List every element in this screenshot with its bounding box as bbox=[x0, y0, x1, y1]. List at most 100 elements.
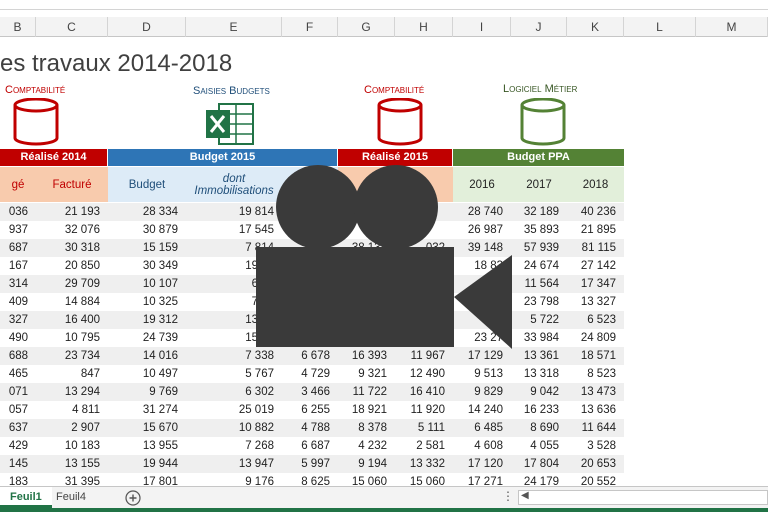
table-cell[interactable]: 13 636 bbox=[567, 401, 624, 419]
table-cell[interactable]: 17 347 bbox=[567, 275, 624, 293]
table-cell[interactable]: 937 bbox=[0, 221, 36, 239]
table-cell[interactable]: 8 690 bbox=[511, 419, 567, 437]
table-cell[interactable]: 6 302 bbox=[186, 383, 282, 401]
worksheet-grid[interactable]: es travaux 2014-2018 Comptabilité Saisie… bbox=[0, 38, 768, 486]
table-cell[interactable]: 13 327 bbox=[567, 293, 624, 311]
table-cell[interactable]: 13 332 bbox=[395, 455, 453, 473]
table-cell[interactable]: 2 581 bbox=[395, 437, 453, 455]
table-cell[interactable]: 28 334 bbox=[108, 203, 186, 221]
table-cell[interactable]: 057 bbox=[0, 401, 36, 419]
column-header[interactable]: B bbox=[0, 17, 36, 37]
table-cell[interactable]: 17 801 bbox=[108, 473, 186, 486]
table-cell[interactable]: 19 312 bbox=[108, 311, 186, 329]
table-cell[interactable]: 18 571 bbox=[567, 347, 624, 365]
table-cell[interactable]: 036 bbox=[0, 203, 36, 221]
table-cell[interactable]: 21 193 bbox=[36, 203, 108, 221]
table-cell[interactable]: 6 523 bbox=[567, 311, 624, 329]
table-cell[interactable]: 4 788 bbox=[282, 419, 338, 437]
table-cell[interactable]: 13 947 bbox=[186, 455, 282, 473]
table-cell[interactable]: 6 485 bbox=[453, 419, 511, 437]
table-cell[interactable]: 4 729 bbox=[282, 365, 338, 383]
table-cell[interactable]: 7 268 bbox=[186, 437, 282, 455]
table-cell[interactable]: 30 318 bbox=[36, 239, 108, 257]
formula-bar[interactable] bbox=[0, 0, 768, 10]
table-cell[interactable]: 13 361 bbox=[511, 347, 567, 365]
table-cell[interactable]: 4 608 bbox=[453, 437, 511, 455]
table-cell[interactable]: 9 829 bbox=[453, 383, 511, 401]
column-header[interactable]: C bbox=[36, 17, 108, 37]
table-cell[interactable]: 10 183 bbox=[36, 437, 108, 455]
sheet-tab-feuil4[interactable]: Feuil4 bbox=[46, 487, 96, 508]
column-header[interactable]: H bbox=[395, 17, 453, 37]
table-cell[interactable]: 11 564 bbox=[511, 275, 567, 293]
table-cell[interactable]: 16 410 bbox=[395, 383, 453, 401]
table-cell[interactable]: 10 325 bbox=[108, 293, 186, 311]
table-cell[interactable]: 21 895 bbox=[567, 221, 624, 239]
table-cell[interactable]: 24 809 bbox=[567, 329, 624, 347]
table-cell[interactable]: 9 176 bbox=[186, 473, 282, 486]
table-cell[interactable]: 18 921 bbox=[338, 401, 395, 419]
table-cell[interactable]: 8 378 bbox=[338, 419, 395, 437]
table-cell[interactable]: 8 523 bbox=[567, 365, 624, 383]
table-cell[interactable]: 20 552 bbox=[567, 473, 624, 486]
table-cell[interactable]: 15 159 bbox=[108, 239, 186, 257]
table-cell[interactable]: 24 179 bbox=[511, 473, 567, 486]
table-cell[interactable]: 10 497 bbox=[108, 365, 186, 383]
table-cell[interactable]: 8 625 bbox=[282, 473, 338, 486]
table-cell[interactable]: 637 bbox=[0, 419, 36, 437]
table-cell[interactable]: 4 055 bbox=[511, 437, 567, 455]
column-header[interactable]: L bbox=[624, 17, 696, 37]
table-cell[interactable]: 30 879 bbox=[108, 221, 186, 239]
table-cell[interactable]: 15 060 bbox=[395, 473, 453, 486]
table-cell[interactable]: 32 189 bbox=[511, 203, 567, 221]
table-cell[interactable]: 14 240 bbox=[453, 401, 511, 419]
table-cell[interactable]: 19 944 bbox=[108, 455, 186, 473]
table-cell[interactable]: 13 473 bbox=[567, 383, 624, 401]
table-cell[interactable]: 17 271 bbox=[453, 473, 511, 486]
table-cell[interactable]: 4 811 bbox=[36, 401, 108, 419]
table-cell[interactable]: 5 722 bbox=[511, 311, 567, 329]
table-cell[interactable]: 5 767 bbox=[186, 365, 282, 383]
table-cell[interactable]: 10 882 bbox=[186, 419, 282, 437]
table-cell[interactable]: 9 513 bbox=[453, 365, 511, 383]
table-cell[interactable]: 167 bbox=[0, 257, 36, 275]
table-cell[interactable]: 17 804 bbox=[511, 455, 567, 473]
table-cell[interactable]: 33 984 bbox=[511, 329, 567, 347]
table-cell[interactable]: 6 255 bbox=[282, 401, 338, 419]
table-cell[interactable]: 13 318 bbox=[511, 365, 567, 383]
table-cell[interactable]: 10 795 bbox=[36, 329, 108, 347]
table-cell[interactable]: 35 893 bbox=[511, 221, 567, 239]
table-cell[interactable]: 40 236 bbox=[567, 203, 624, 221]
table-cell[interactable]: 13 955 bbox=[108, 437, 186, 455]
more-options-icon[interactable]: ⋮ bbox=[502, 489, 514, 503]
table-cell[interactable]: 145 bbox=[0, 455, 36, 473]
table-cell[interactable]: 688 bbox=[0, 347, 36, 365]
column-header[interactable]: J bbox=[511, 17, 567, 37]
table-cell[interactable]: 11 920 bbox=[395, 401, 453, 419]
table-cell[interactable]: 5 111 bbox=[395, 419, 453, 437]
column-header[interactable]: D bbox=[108, 17, 186, 37]
column-header[interactable]: I bbox=[453, 17, 511, 37]
table-cell[interactable]: 11 722 bbox=[338, 383, 395, 401]
table-cell[interactable]: 31 395 bbox=[36, 473, 108, 486]
table-cell[interactable]: 10 107 bbox=[108, 275, 186, 293]
table-cell[interactable]: 409 bbox=[0, 293, 36, 311]
table-cell[interactable]: 3 466 bbox=[282, 383, 338, 401]
table-cell[interactable]: 11 644 bbox=[567, 419, 624, 437]
table-cell[interactable]: 32 076 bbox=[36, 221, 108, 239]
table-cell[interactable]: 6 687 bbox=[282, 437, 338, 455]
table-cell[interactable]: 847 bbox=[36, 365, 108, 383]
table-cell[interactable]: 183 bbox=[0, 473, 36, 486]
table-cell[interactable]: 81 115 bbox=[567, 239, 624, 257]
table-cell[interactable]: 465 bbox=[0, 365, 36, 383]
column-header[interactable]: E bbox=[186, 17, 282, 37]
table-cell[interactable]: 16 233 bbox=[511, 401, 567, 419]
table-cell[interactable]: 27 142 bbox=[567, 257, 624, 275]
sheet-tab-feuil1[interactable]: Feuil1 bbox=[0, 487, 52, 508]
table-cell[interactable]: 13 294 bbox=[36, 383, 108, 401]
table-cell[interactable]: 29 709 bbox=[36, 275, 108, 293]
table-cell[interactable]: 13 155 bbox=[36, 455, 108, 473]
column-header[interactable]: K bbox=[567, 17, 624, 37]
table-cell[interactable]: 5 997 bbox=[282, 455, 338, 473]
table-cell[interactable]: 9 769 bbox=[108, 383, 186, 401]
